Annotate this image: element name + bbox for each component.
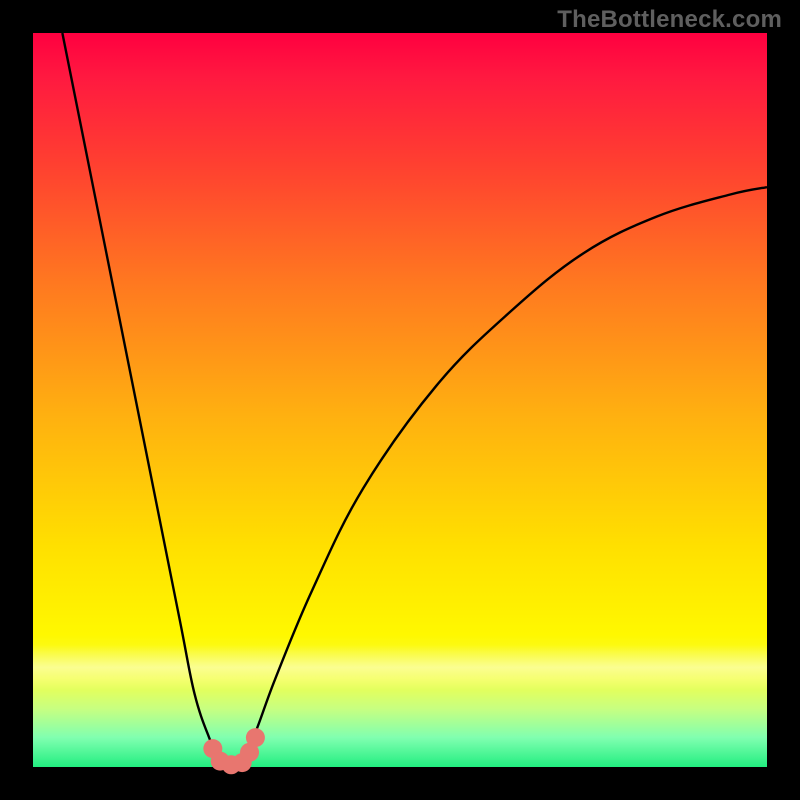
curve-layer <box>33 33 767 767</box>
bottleneck-curve <box>62 33 767 767</box>
chart-frame: TheBottleneck.com <box>0 0 800 800</box>
min-marker <box>246 728 265 747</box>
min-marker-cluster <box>203 728 265 774</box>
watermark-text: TheBottleneck.com <box>557 6 782 34</box>
